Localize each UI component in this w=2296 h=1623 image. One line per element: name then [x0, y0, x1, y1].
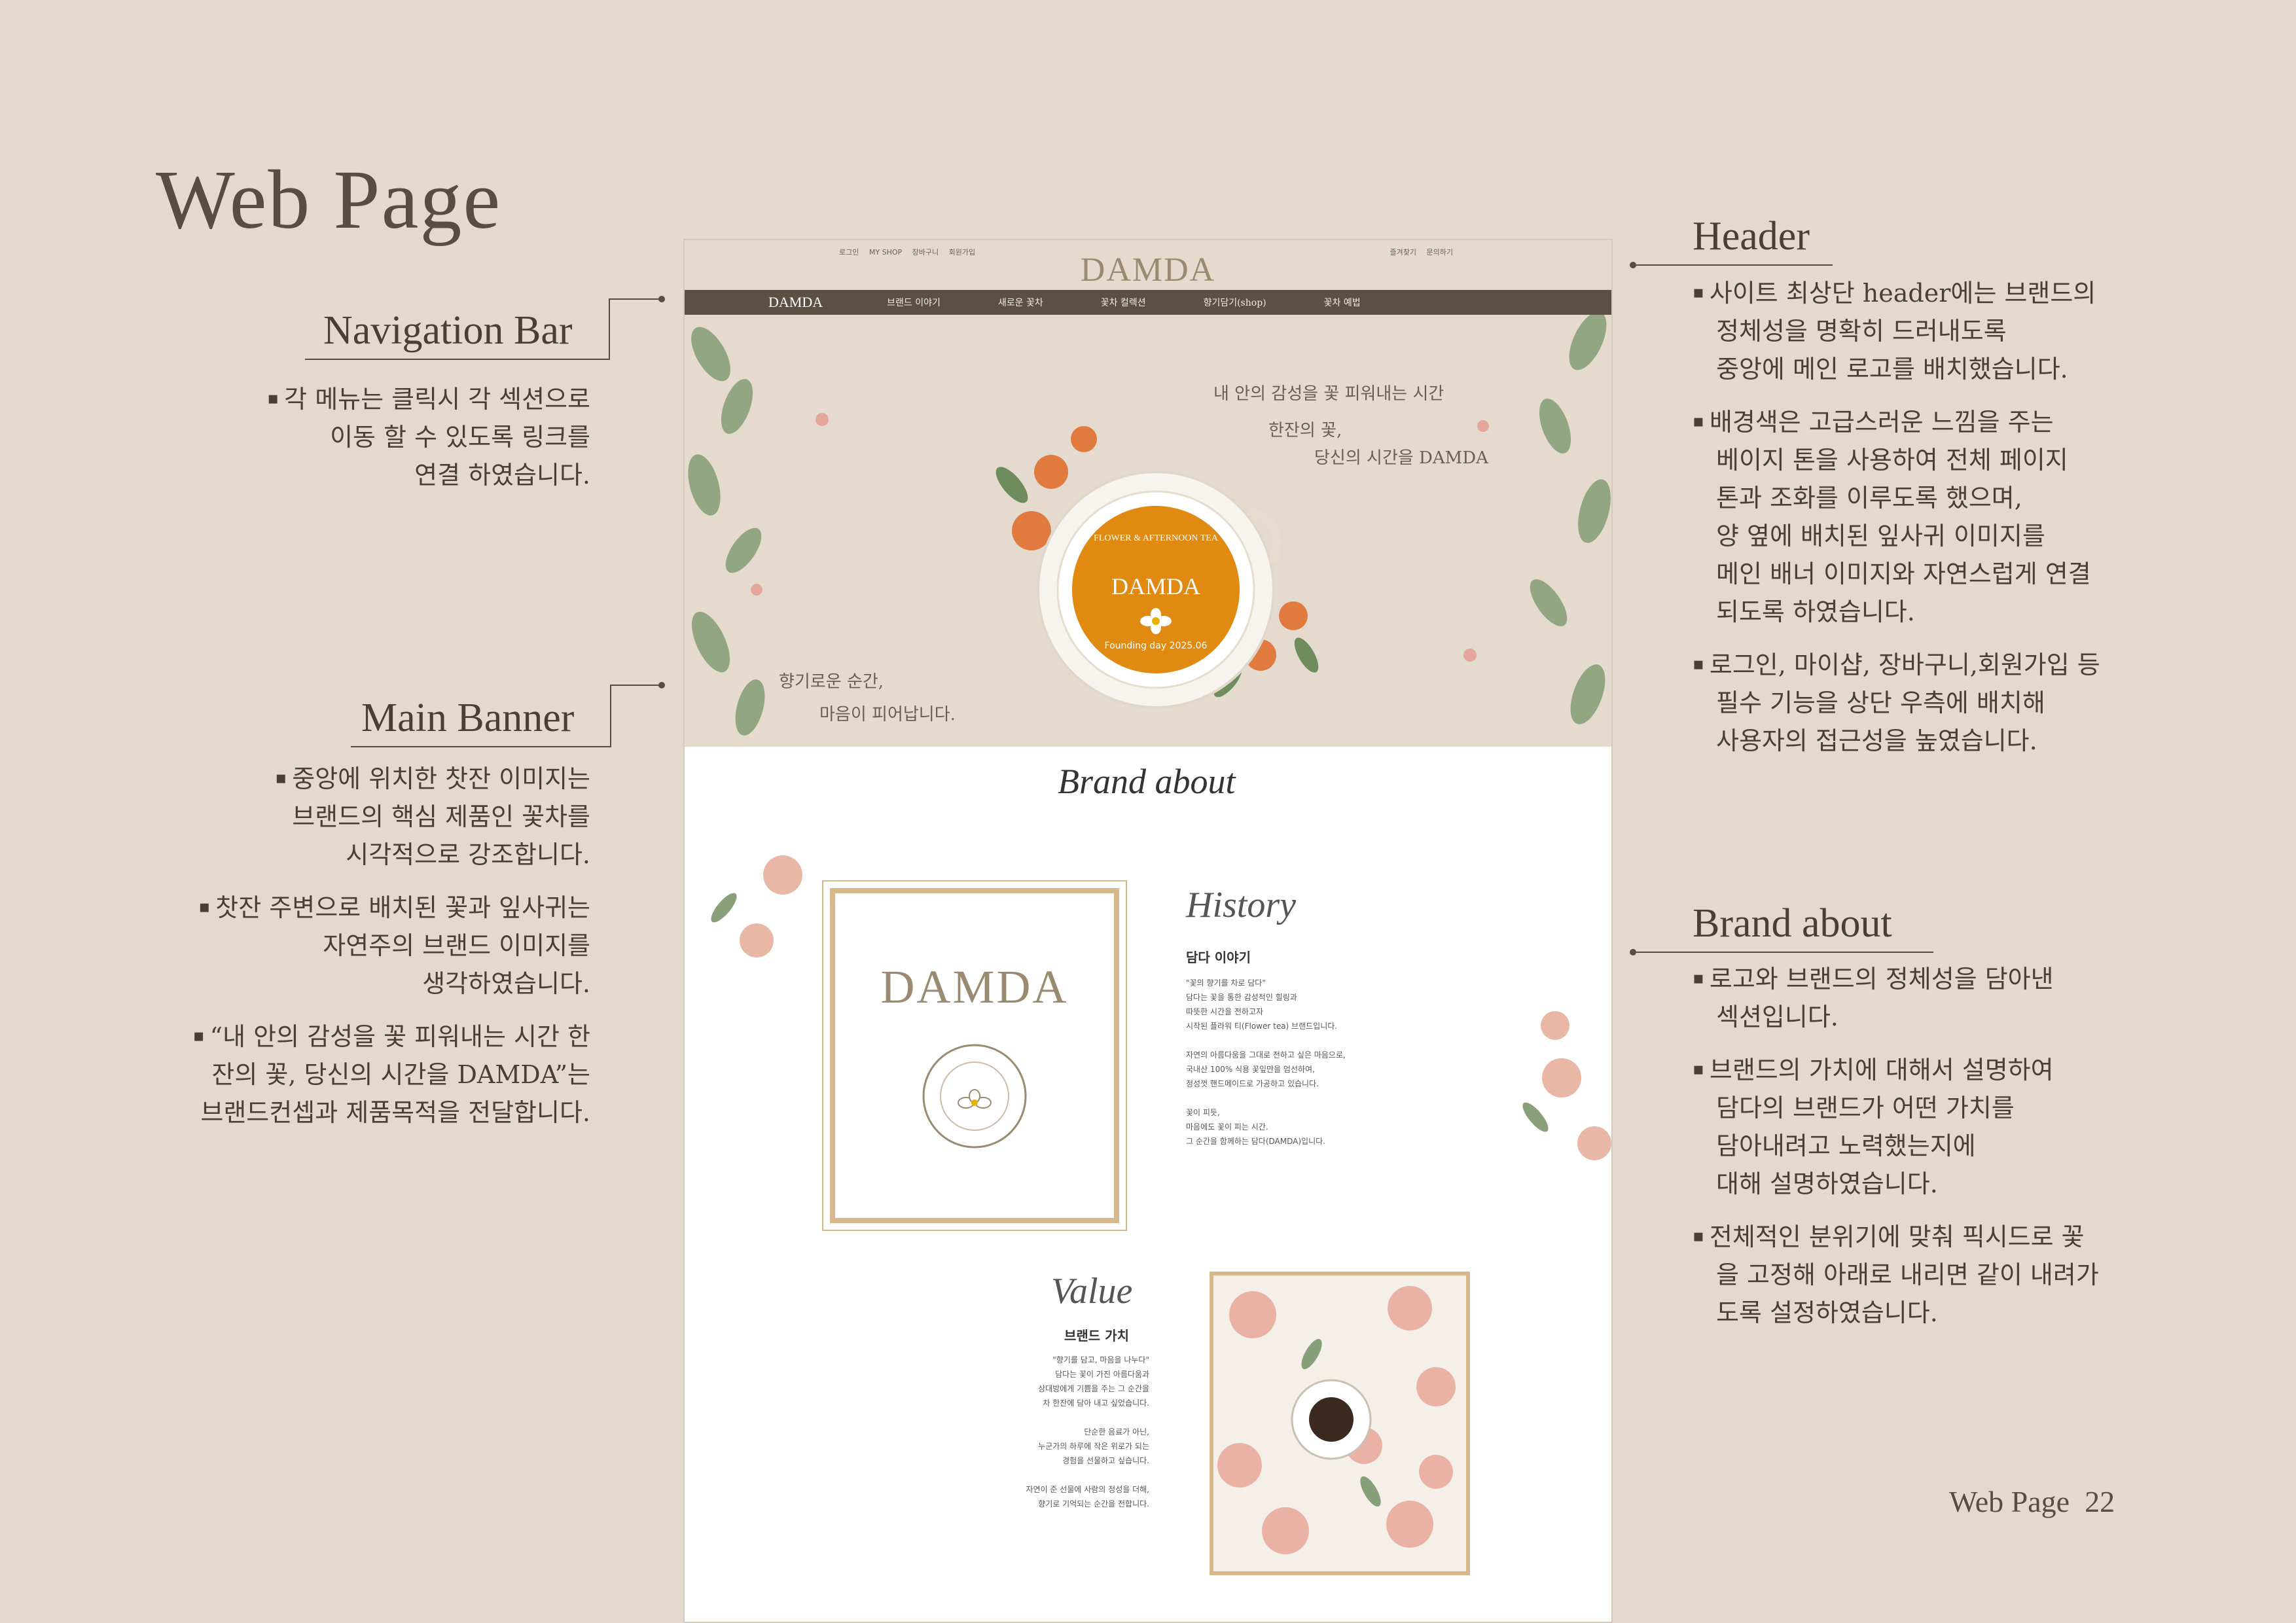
nav-item-etiquette[interactable]: 꽃차 예법 [1324, 296, 1361, 309]
brand-about-bullet: 브랜드의 가치에 대해서 설명하여 담다의 브랜드가 어떤 가치를 담아내려고 … [1693, 1050, 2177, 1203]
navigation-bar-dot [658, 296, 665, 302]
tea-flowers-photo [1210, 1272, 1470, 1575]
header-underline [1632, 264, 1833, 266]
brand-about-dot [1630, 949, 1636, 955]
brand-about-title: Brand about [1058, 762, 1236, 801]
navigation-bar-connector-h [609, 298, 662, 300]
badge-top-text: FLOWER & AFTERNOON TEA [1094, 533, 1218, 543]
nav-item-collection[interactable]: 꽃차 컬렉션 [1101, 296, 1146, 309]
utility-links-left: 로그인 MY SHOP 장바구니 회원가입 [839, 247, 983, 257]
favorites-link[interactable]: 즐겨찾기 [1390, 248, 1416, 257]
badge-outline-icon [922, 1044, 1027, 1148]
brand-about-bullet: 전체적인 분위기에 맞춰 픽시드로 꽃 을 고정해 아래로 내리면 같이 내려가… [1693, 1217, 2177, 1332]
main-banner-dot [658, 682, 665, 688]
nav-item-shop[interactable]: 향기담기(shop) [1204, 296, 1266, 309]
main-banner-underline [351, 746, 611, 747]
header-logo[interactable]: DAMDA [1081, 251, 1215, 289]
history-title: 담다 이야기 [1186, 950, 1251, 965]
brand-about-bullets: 로고와 브랜드의 정체성을 담아낸 섹션입니다. 브랜드의 가치에 대해서 설명… [1693, 959, 2177, 1346]
mockup-header: 로그인 MY SHOP 장바구니 회원가입 DAMDA 즐겨찾기 문의하기 [685, 240, 1611, 290]
main-banner-connector-h [610, 685, 662, 686]
navigation-bar-bullets: 각 메뉴는 클릭시 각 섹션으로 이동 할 수 있도록 링크를 연결 하였습니다… [185, 380, 590, 508]
header-bullet: 로그인, 마이샵, 장바구니,회원가입 등 필수 기능을 상단 우측에 배치해 … [1693, 645, 2177, 760]
history-script-title: History [1186, 885, 1296, 925]
badge-bottom-text: Founding day 2025.06 [1104, 641, 1208, 651]
utility-links-right: 즐겨찾기 문의하기 [1390, 247, 1461, 257]
nav-item-brand-story[interactable]: 브랜드 이야기 [887, 296, 941, 309]
main-banner-bullet: 중앙에 위치한 찻잔 이미지는 브랜드의 핵심 제품인 꽃차를 시각적으로 강조… [132, 759, 590, 874]
header-dot [1630, 262, 1636, 268]
page-title: Web Page [156, 153, 502, 246]
value-text: "향기를 담고, 마음을 나누다" 담다는 꽃이 가진 아름다움과 상대방에게 … [1026, 1355, 1150, 1508]
cart-link[interactable]: 장바구니 [912, 248, 939, 257]
value-script-title: Value [1051, 1271, 1133, 1311]
frame-logo: DAMDA [880, 960, 1069, 1013]
navigation-bar-bullet: 각 메뉴는 클릭시 각 섹션으로 이동 할 수 있도록 링크를 연결 하였습니다… [185, 380, 590, 494]
banner-copy-1: 내 안의 감성을 꽃 피워내는 시간 [1213, 384, 1444, 404]
banner-copy-4: 향기로운 순간, [779, 672, 884, 692]
login-link[interactable]: 로그인 [839, 248, 859, 257]
main-banner-connector [610, 685, 611, 747]
main-banner-bullet: 찻잔 주변으로 배치된 꽃과 잎사귀는 자연주의 브랜드 이미지를 생각하였습니… [132, 888, 590, 1003]
contact-link[interactable]: 문의하기 [1427, 248, 1453, 257]
header-bullet: 사이트 최상단 header에는 브랜드의 정체성을 명확히 드러내도록 중앙에… [1693, 274, 2177, 388]
history-text: "꽃의 향기를 차로 담다" 담다는 꽃을 통한 감성적인 힐링과 따뜻한 시간… [1186, 978, 1346, 1146]
banner-copy-3: 당신의 시간을 DAMDA [1314, 448, 1488, 468]
website-mockup: 로그인 MY SHOP 장바구니 회원가입 DAMDA 즐겨찾기 문의하기 DA… [683, 239, 1613, 1623]
navbar: DAMDA 브랜드 이야기 새로운 꽃차 꽃차 컬렉션 향기담기(shop) 꽃… [685, 290, 1611, 315]
page-number: Web Page 22 [1949, 1485, 2115, 1518]
brand-about-bullet: 로고와 브랜드의 정체성을 담아낸 섹션입니다. [1693, 959, 2177, 1036]
badge-logo: DAMDA [1111, 573, 1200, 599]
brand-about-heading: Brand about [1693, 901, 1892, 946]
daisy-icon [1136, 608, 1175, 634]
banner-copy-5: 마음이 피어납니다. [819, 705, 956, 724]
main-banner-bullet: “내 안의 감성을 꽃 피워내는 시간 한 잔의 꽃, 당신의 시간을 DAMD… [132, 1017, 590, 1132]
nav-item-new-tea[interactable]: 새로운 꽃차 [998, 296, 1043, 309]
main-banner: FLOWER & AFTERNOON TEA DAMDA Founding da… [685, 315, 1611, 747]
navigation-bar-underline [305, 359, 610, 360]
banner-copy-2: 한잔의 꽃, [1268, 421, 1342, 440]
brand-about-underline [1632, 952, 1933, 953]
brand-logo-frame: DAMDA [822, 880, 1127, 1231]
main-banner-heading: Main Banner [361, 696, 575, 740]
header-bullets: 사이트 최상단 header에는 브랜드의 정체성을 명확히 드러내도록 중앙에… [1693, 274, 2177, 774]
navigation-bar-connector [609, 298, 610, 360]
signup-link[interactable]: 회원가입 [949, 248, 975, 257]
nav-logo[interactable]: DAMDA [768, 294, 823, 311]
header-heading: Header [1693, 214, 1810, 259]
myshop-link[interactable]: MY SHOP [869, 248, 902, 257]
navigation-bar-heading: Navigation Bar [323, 308, 573, 353]
value-title: 브랜드 가치 [1064, 1328, 1129, 1344]
main-banner-bullets: 중앙에 위치한 찻잔 이미지는 브랜드의 핵심 제품인 꽃차를 시각적으로 강조… [132, 759, 590, 1146]
header-bullet: 배경색은 고급스러운 느낌을 주는 베이지 톤을 사용하여 전체 페이지 톤과 … [1693, 402, 2177, 631]
